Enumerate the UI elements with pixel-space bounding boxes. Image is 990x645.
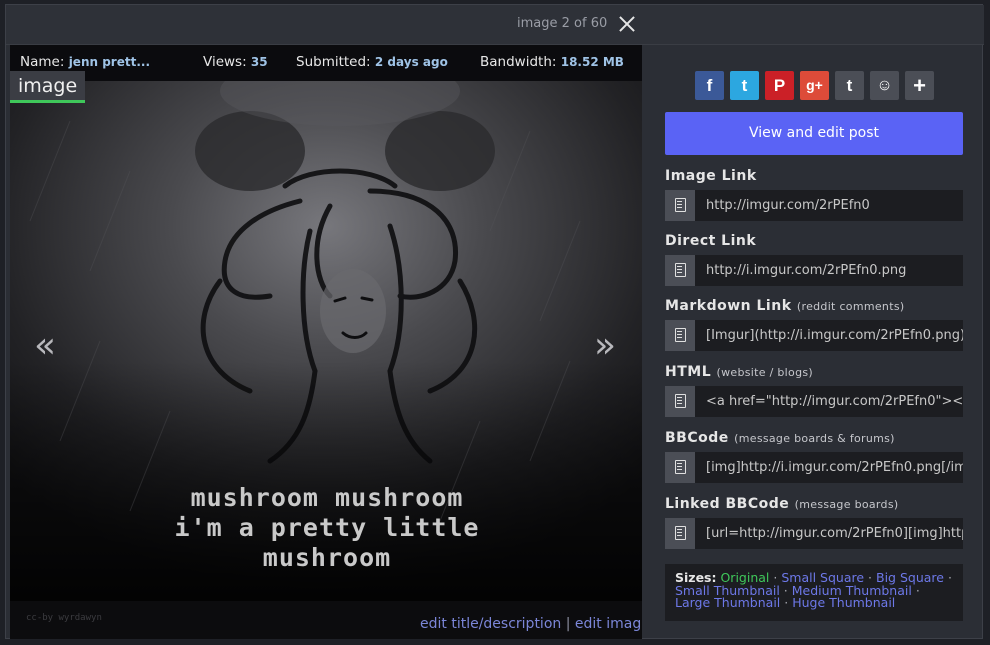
- field-label-note: (message boards): [794, 498, 899, 511]
- view-edit-post-button[interactable]: View and edit post: [665, 112, 963, 155]
- share-sidebar: f t P g+ t ☺ + View and edit post Image …: [646, 46, 984, 638]
- field-label-note: (message boards & forums): [734, 432, 895, 445]
- field-label: BBCode (message boards & forums): [665, 430, 963, 446]
- direct-link-input[interactable]: [695, 255, 963, 286]
- next-image-arrow[interactable]: »: [594, 325, 616, 366]
- bbcode-field: BBCode (message boards & forums): [665, 430, 963, 483]
- modal-header: image 2 of 60: [6, 5, 984, 45]
- field-label: Image Link: [665, 168, 963, 184]
- image-link-field: Image Link: [665, 168, 963, 221]
- copy-icon[interactable]: [665, 452, 695, 483]
- meta-submitted-label: Submitted:: [296, 54, 371, 70]
- image-viewer-modal: image 2 of 60 Name: jenn prett... Views:…: [5, 4, 984, 639]
- size-separator: ·: [947, 570, 952, 585]
- image-link-input[interactable]: [695, 190, 963, 221]
- bbcode-input[interactable]: [695, 452, 963, 483]
- meta-views-value: 35: [250, 55, 268, 69]
- size-separator: ·: [915, 582, 920, 598]
- size-separator: ·: [784, 595, 789, 610]
- edit-title-link[interactable]: edit title/description: [420, 616, 561, 632]
- edit-links: edit title/description | edit image: [420, 616, 642, 632]
- sizes-panel: Sizes: Original · Small Square · Big Squ…: [665, 564, 963, 621]
- meta-views-label: Views:: [203, 54, 247, 70]
- meta-name-value: jenn prett...: [68, 55, 150, 69]
- field-label-note: (website / blogs): [716, 366, 813, 379]
- pinterest-icon[interactable]: P: [765, 71, 794, 100]
- linked-bbcode-field: Linked BBCode (message boards): [665, 496, 963, 549]
- meta-submitted: Submitted: 2 days ago: [296, 54, 448, 70]
- prev-image-arrow[interactable]: «: [34, 325, 56, 366]
- meta-bandwidth-label: Bandwidth:: [480, 54, 557, 70]
- copy-icon[interactable]: [665, 190, 695, 221]
- edit-image-link[interactable]: edit image: [575, 616, 642, 632]
- field-box: [665, 190, 963, 221]
- meta-name-label: Name:: [20, 54, 65, 70]
- edit-separator: |: [565, 616, 571, 632]
- linked-bbcode-input[interactable]: [695, 518, 963, 549]
- markdown-link-field: Markdown Link (reddit comments): [665, 298, 963, 351]
- image-meta-bar: Name: jenn prett... Views: 35 Submitted:…: [10, 45, 642, 81]
- googleplus-icon[interactable]: g+: [800, 71, 829, 100]
- close-icon[interactable]: [616, 13, 638, 35]
- caption-line: i'm a pretty little: [174, 513, 480, 542]
- copy-icon[interactable]: [665, 320, 695, 351]
- caption-line: mushroom mushroom: [190, 483, 464, 512]
- size-large-thumbnail[interactable]: Large Thumbnail: [675, 595, 780, 610]
- copy-icon[interactable]: [665, 386, 695, 417]
- field-box: [665, 386, 963, 417]
- copy-icon[interactable]: [665, 255, 695, 286]
- field-label-note: (reddit comments): [796, 300, 905, 313]
- image-pane: Name: jenn prett... Views: 35 Submitted:…: [10, 45, 642, 639]
- meta-bandwidth-value: 18.52 MB: [560, 55, 624, 69]
- image-watermark: cc-by wyrdawyn: [26, 613, 102, 623]
- meta-views: Views: 35: [203, 54, 268, 70]
- image-caption: mushroom mushroom i'm a pretty little mu…: [10, 483, 642, 573]
- image-tag[interactable]: image: [10, 71, 86, 103]
- meta-submitted-value: 2 days ago: [374, 55, 448, 69]
- field-label: HTML (website / blogs): [665, 364, 963, 380]
- field-box: [665, 255, 963, 286]
- field-label-text: HTML: [665, 364, 712, 380]
- twitter-icon[interactable]: t: [730, 71, 759, 100]
- reddit-icon[interactable]: ☺: [870, 71, 899, 100]
- copy-icon[interactable]: [665, 518, 695, 549]
- meta-name: Name: jenn prett...: [20, 54, 150, 70]
- image-counter: image 2 of 60: [517, 16, 608, 31]
- field-label: Linked BBCode (message boards): [665, 496, 963, 512]
- field-box: [665, 518, 963, 549]
- facebook-icon[interactable]: f: [695, 71, 724, 100]
- field-label-text: Markdown Link: [665, 298, 792, 314]
- html-field: HTML (website / blogs): [665, 364, 963, 417]
- field-label: Direct Link: [665, 233, 963, 249]
- caption-line: mushroom: [262, 543, 392, 572]
- field-label-text: Linked BBCode: [665, 496, 790, 512]
- field-label-text: BBCode: [665, 430, 729, 446]
- tumblr-icon[interactable]: t: [835, 71, 864, 100]
- html-input[interactable]: [695, 386, 963, 417]
- direct-link-field: Direct Link: [665, 233, 963, 286]
- field-box: [665, 452, 963, 483]
- markdown-link-input[interactable]: [695, 320, 963, 351]
- size-huge-thumbnail[interactable]: Huge Thumbnail: [792, 595, 895, 610]
- field-box: [665, 320, 963, 351]
- plus-icon[interactable]: +: [905, 71, 934, 100]
- meta-bandwidth: Bandwidth: 18.52 MB: [480, 54, 624, 70]
- field-label-text: Direct Link: [665, 233, 757, 249]
- field-label: Markdown Link (reddit comments): [665, 298, 963, 314]
- field-label-text: Image Link: [665, 168, 757, 184]
